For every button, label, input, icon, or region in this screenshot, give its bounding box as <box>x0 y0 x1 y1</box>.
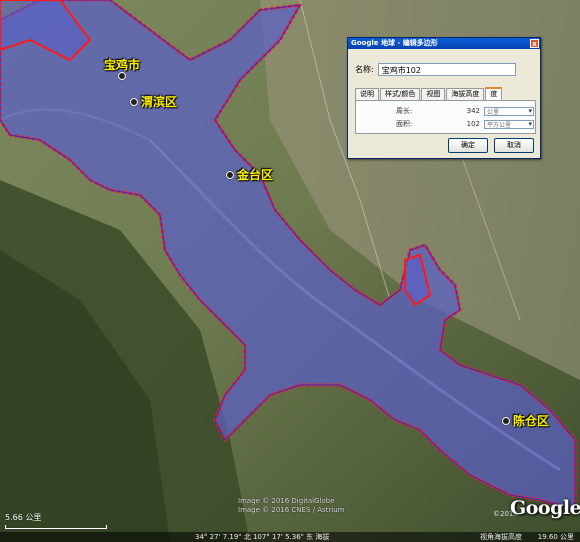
area-value: 102 <box>466 120 480 128</box>
place-label-jintai: 金台区 <box>226 166 273 183</box>
area-label: 面积: <box>396 120 413 128</box>
imagery-credits: Image © 2016 DigitalGlobe Image © 2016 C… <box>238 497 344 515</box>
name-input[interactable]: 宝鸡市102 <box>377 63 516 76</box>
credit-line-2: Image © 2016 CNES / Astrium <box>238 506 345 514</box>
tab-description[interactable]: 说明 <box>355 88 379 100</box>
scale-label: 5.66 公里 <box>5 513 42 522</box>
google-logo: Google <box>510 497 580 519</box>
measurements-panel: 周长: 342 公里 面积: 102 平方公里 <box>355 100 536 134</box>
status-bar: 34° 27' 7.19" 北 107° 17' 5.36" 东 海拔 视角海拔… <box>0 532 580 542</box>
eye-altitude-label: 视角海拔高度 <box>480 533 522 541</box>
area-unit-select[interactable]: 平方公里 <box>484 119 534 129</box>
credit-line-1: Image © 2016 DigitalGlobe <box>238 497 335 505</box>
close-icon[interactable]: x <box>530 39 539 48</box>
place-pin-jintai <box>226 170 234 179</box>
edit-polygon-dialog: Google 地球 - 编辑多边形 x 名称: 宝鸡市102 说明 样式/颜色 … <box>347 37 541 159</box>
place-label-weibin: 渭滨区 <box>130 93 177 110</box>
tab-measurements[interactable]: 度 <box>485 87 503 101</box>
place-label-baoji: 宝鸡市 <box>104 58 141 72</box>
place-pin-chencang <box>502 416 510 425</box>
area-row: 面积: 102 平方公里 <box>396 119 534 129</box>
name-row: 名称: 宝鸡市102 <box>355 63 516 76</box>
place-pin-baoji <box>118 72 126 80</box>
place-label-chencang: 陈仓区 <box>502 412 549 429</box>
dialog-title: Google 地球 - 编辑多边形 <box>351 39 438 47</box>
tab-style-color[interactable]: 样式/颜色 <box>380 88 421 100</box>
scale-bar <box>5 525 107 529</box>
eye-altitude-value: 19.60 公里 <box>537 533 574 541</box>
perimeter-unit-select[interactable]: 公里 <box>484 106 534 116</box>
perimeter-value: 342 <box>466 107 480 115</box>
cancel-button[interactable]: 取消 <box>494 138 534 153</box>
perimeter-row: 周长: 342 公里 <box>396 106 534 116</box>
ok-button[interactable]: 确定 <box>448 138 488 153</box>
dialog-titlebar[interactable]: Google 地球 - 编辑多边形 x <box>348 38 540 49</box>
perimeter-label: 周长: <box>396 107 413 115</box>
tab-view[interactable]: 视图 <box>421 88 446 100</box>
coordinates-readout: 34° 27' 7.19" 北 107° 17' 5.36" 东 海拔 <box>195 533 330 541</box>
name-label: 名称: <box>355 65 374 74</box>
tab-altitude[interactable]: 海拔高度 <box>446 88 485 100</box>
place-pin-weibin <box>130 97 138 106</box>
